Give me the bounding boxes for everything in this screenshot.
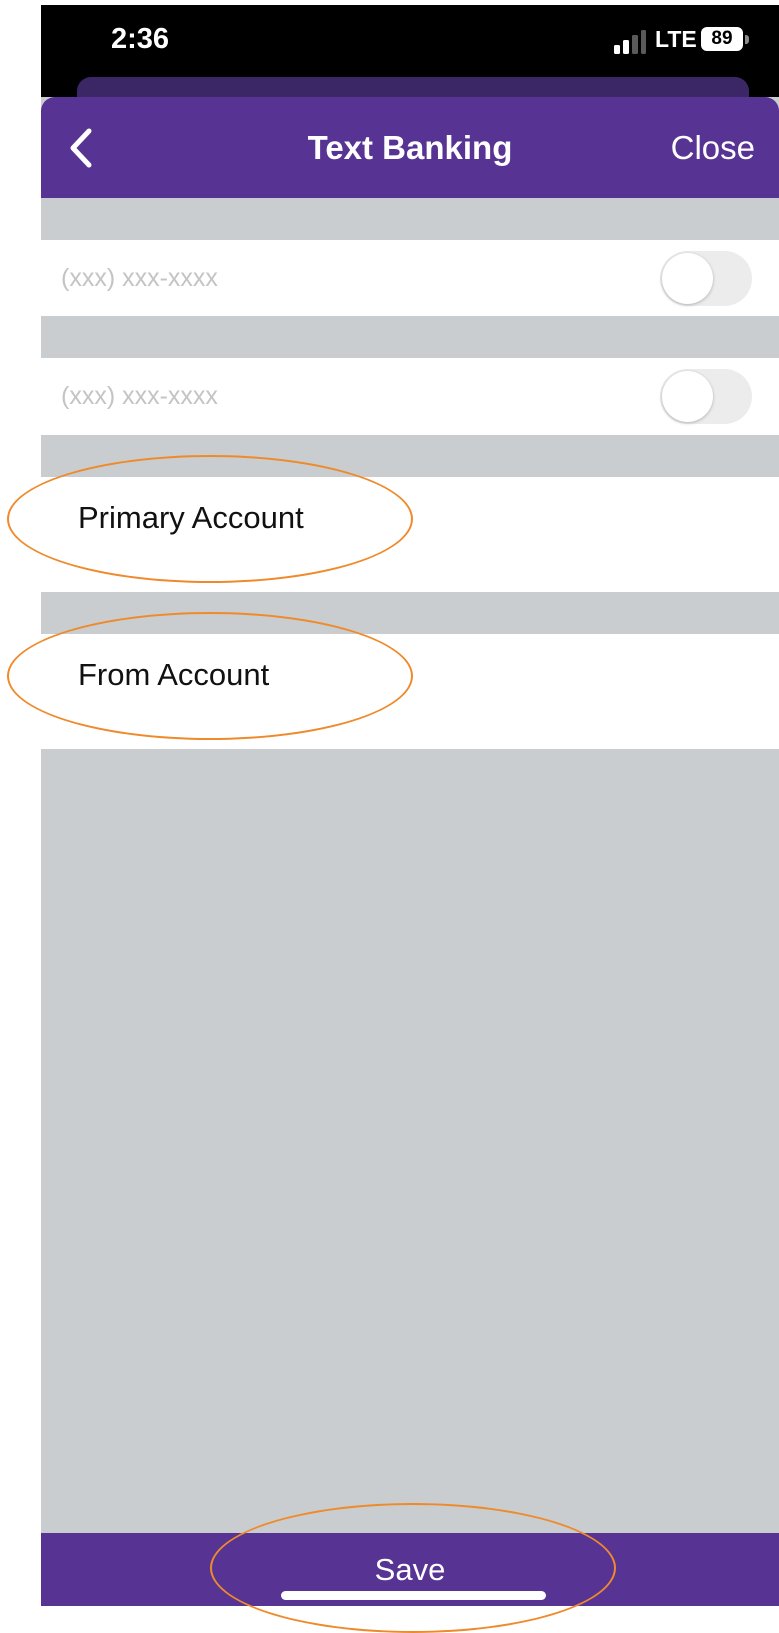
nav-bar: Text Banking Close (41, 97, 779, 198)
network-type-label: LTE (655, 26, 697, 52)
battery-icon: 89 (701, 27, 743, 51)
close-button[interactable]: Close (671, 129, 755, 167)
save-bar: Save (41, 1533, 779, 1606)
from-account-label: From Account (78, 657, 270, 692)
toggle-knob (662, 371, 713, 422)
home-indicator (281, 1591, 546, 1600)
phone-number-toggle[interactable] (660, 369, 752, 424)
phone-number-row-2: (xxx) xxx-xxxx (41, 358, 779, 435)
phone-screen: 2:36 LTE 89 Text Banking Close (xxx) xxx… (41, 5, 779, 1606)
page-title: Text Banking (307, 129, 513, 166)
phone-number-input[interactable]: (xxx) xxx-xxxx (61, 264, 218, 293)
toggle-knob (662, 253, 713, 304)
status-time: 2:36 (111, 23, 170, 55)
save-button[interactable]: Save (41, 1552, 779, 1588)
phone-number-input[interactable]: (xxx) xxx-xxxx (61, 382, 218, 411)
battery-tip (745, 35, 749, 44)
phone-number-row-1: (xxx) xxx-xxxx (41, 240, 779, 316)
primary-account-label: Primary Account (78, 500, 304, 535)
phone-number-toggle[interactable] (660, 251, 752, 306)
signal-strength-icon (614, 30, 646, 54)
primary-account-row[interactable]: Primary Account (41, 477, 779, 592)
from-account-row[interactable]: From Account (41, 634, 779, 749)
